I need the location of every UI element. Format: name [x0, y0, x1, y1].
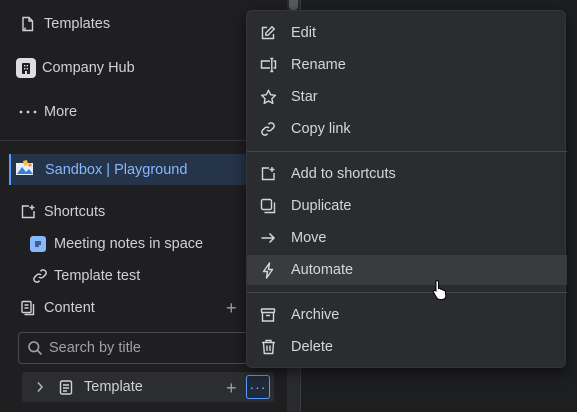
shortcut-item-meeting-notes[interactable]: Meeting notes in space	[30, 230, 203, 258]
sidebar-item-company-hub[interactable]: Company Hub	[16, 54, 135, 82]
page-icon	[56, 379, 76, 395]
sidebar-item-label: More	[44, 104, 78, 120]
chevron-right-icon[interactable]	[30, 381, 50, 393]
link-icon	[30, 266, 50, 286]
archive-icon	[258, 305, 278, 325]
hand-cursor-icon	[432, 279, 448, 301]
sidebar-item-label: Company Hub	[42, 60, 135, 76]
add-shortcut-icon	[18, 202, 38, 222]
sidebar-item-label: Content	[44, 300, 95, 316]
arrow-right-icon	[258, 228, 278, 248]
add-content-icon[interactable]: +	[226, 299, 237, 317]
link-icon	[258, 119, 278, 139]
add-shortcut-icon	[258, 164, 278, 184]
scrollbar-thumb[interactable]	[289, 0, 298, 10]
lightning-icon	[258, 260, 278, 280]
rename-icon	[258, 55, 278, 75]
more-actions-button[interactable]: ···	[246, 375, 270, 399]
menu-item-label: Add to shortcuts	[291, 166, 396, 182]
menu-item-edit[interactable]: Edit	[247, 18, 567, 48]
trash-icon	[258, 337, 278, 357]
sidebar-item-templates[interactable]: Templates	[18, 10, 110, 38]
ellipsis-icon: ···	[249, 379, 267, 395]
search-input[interactable]: Search by title	[18, 332, 258, 364]
sidebar-item-shortcuts[interactable]: Shortcuts	[18, 198, 105, 226]
menu-item-add-to-shortcuts[interactable]: Add to shortcuts	[247, 159, 567, 189]
space-name: Sandbox | Playground	[45, 161, 188, 178]
sidebar-item-content[interactable]: Content	[18, 294, 95, 322]
menu-item-move[interactable]: Move	[247, 223, 567, 253]
menu-item-label: Star	[291, 89, 318, 105]
shortcut-item-template-test[interactable]: Template test	[30, 262, 140, 290]
tree-item-label: Template	[84, 379, 143, 395]
search-icon	[27, 340, 43, 356]
shortcut-label: Meeting notes in space	[54, 236, 204, 252]
pencil-icon	[258, 23, 278, 43]
add-child-icon[interactable]: +	[226, 379, 237, 397]
sidebar-item-label: Shortcuts	[44, 204, 106, 220]
sidebar: Templates Company Hub More Sandbox | Pla…	[0, 0, 287, 412]
menu-item-rename[interactable]: Rename	[247, 50, 567, 80]
menu-item-label: Delete	[291, 339, 333, 355]
menu-item-label: Edit	[291, 25, 316, 41]
menu-item-duplicate[interactable]: Duplicate	[247, 191, 567, 221]
menu-item-delete[interactable]: Delete	[247, 332, 567, 362]
sidebar-divider	[0, 140, 287, 141]
duplicate-icon	[258, 196, 278, 216]
menu-item-label: Copy link	[291, 121, 351, 137]
menu-item-label: Archive	[291, 307, 340, 323]
menu-item-label: Duplicate	[291, 198, 352, 214]
sidebar-item-more[interactable]: More	[18, 98, 77, 126]
search-placeholder: Search by title	[49, 340, 141, 356]
document-icon	[18, 14, 38, 34]
content-icon	[18, 298, 38, 318]
star-icon	[258, 87, 278, 107]
ellipsis-icon	[18, 102, 38, 122]
menu-item-star[interactable]: Star	[247, 82, 567, 112]
menu-separator	[247, 151, 567, 152]
menu-item-automate[interactable]: Automate	[247, 255, 567, 285]
shortcut-label: Template test	[54, 268, 141, 284]
menu-item-copy-link[interactable]: Copy link	[247, 114, 567, 144]
menu-item-archive[interactable]: Archive	[247, 300, 567, 330]
menu-item-label: Automate	[291, 262, 354, 278]
page-icon	[30, 236, 46, 252]
sidebar-item-label: Templates	[44, 16, 111, 32]
menu-separator	[247, 292, 567, 293]
context-menu: Edit Rename Star Copy link Add to shortc…	[246, 10, 567, 368]
building-icon	[16, 58, 36, 78]
menu-item-label: Rename	[291, 57, 346, 73]
space-avatar-icon	[15, 159, 37, 181]
menu-item-label: Move	[291, 230, 327, 246]
